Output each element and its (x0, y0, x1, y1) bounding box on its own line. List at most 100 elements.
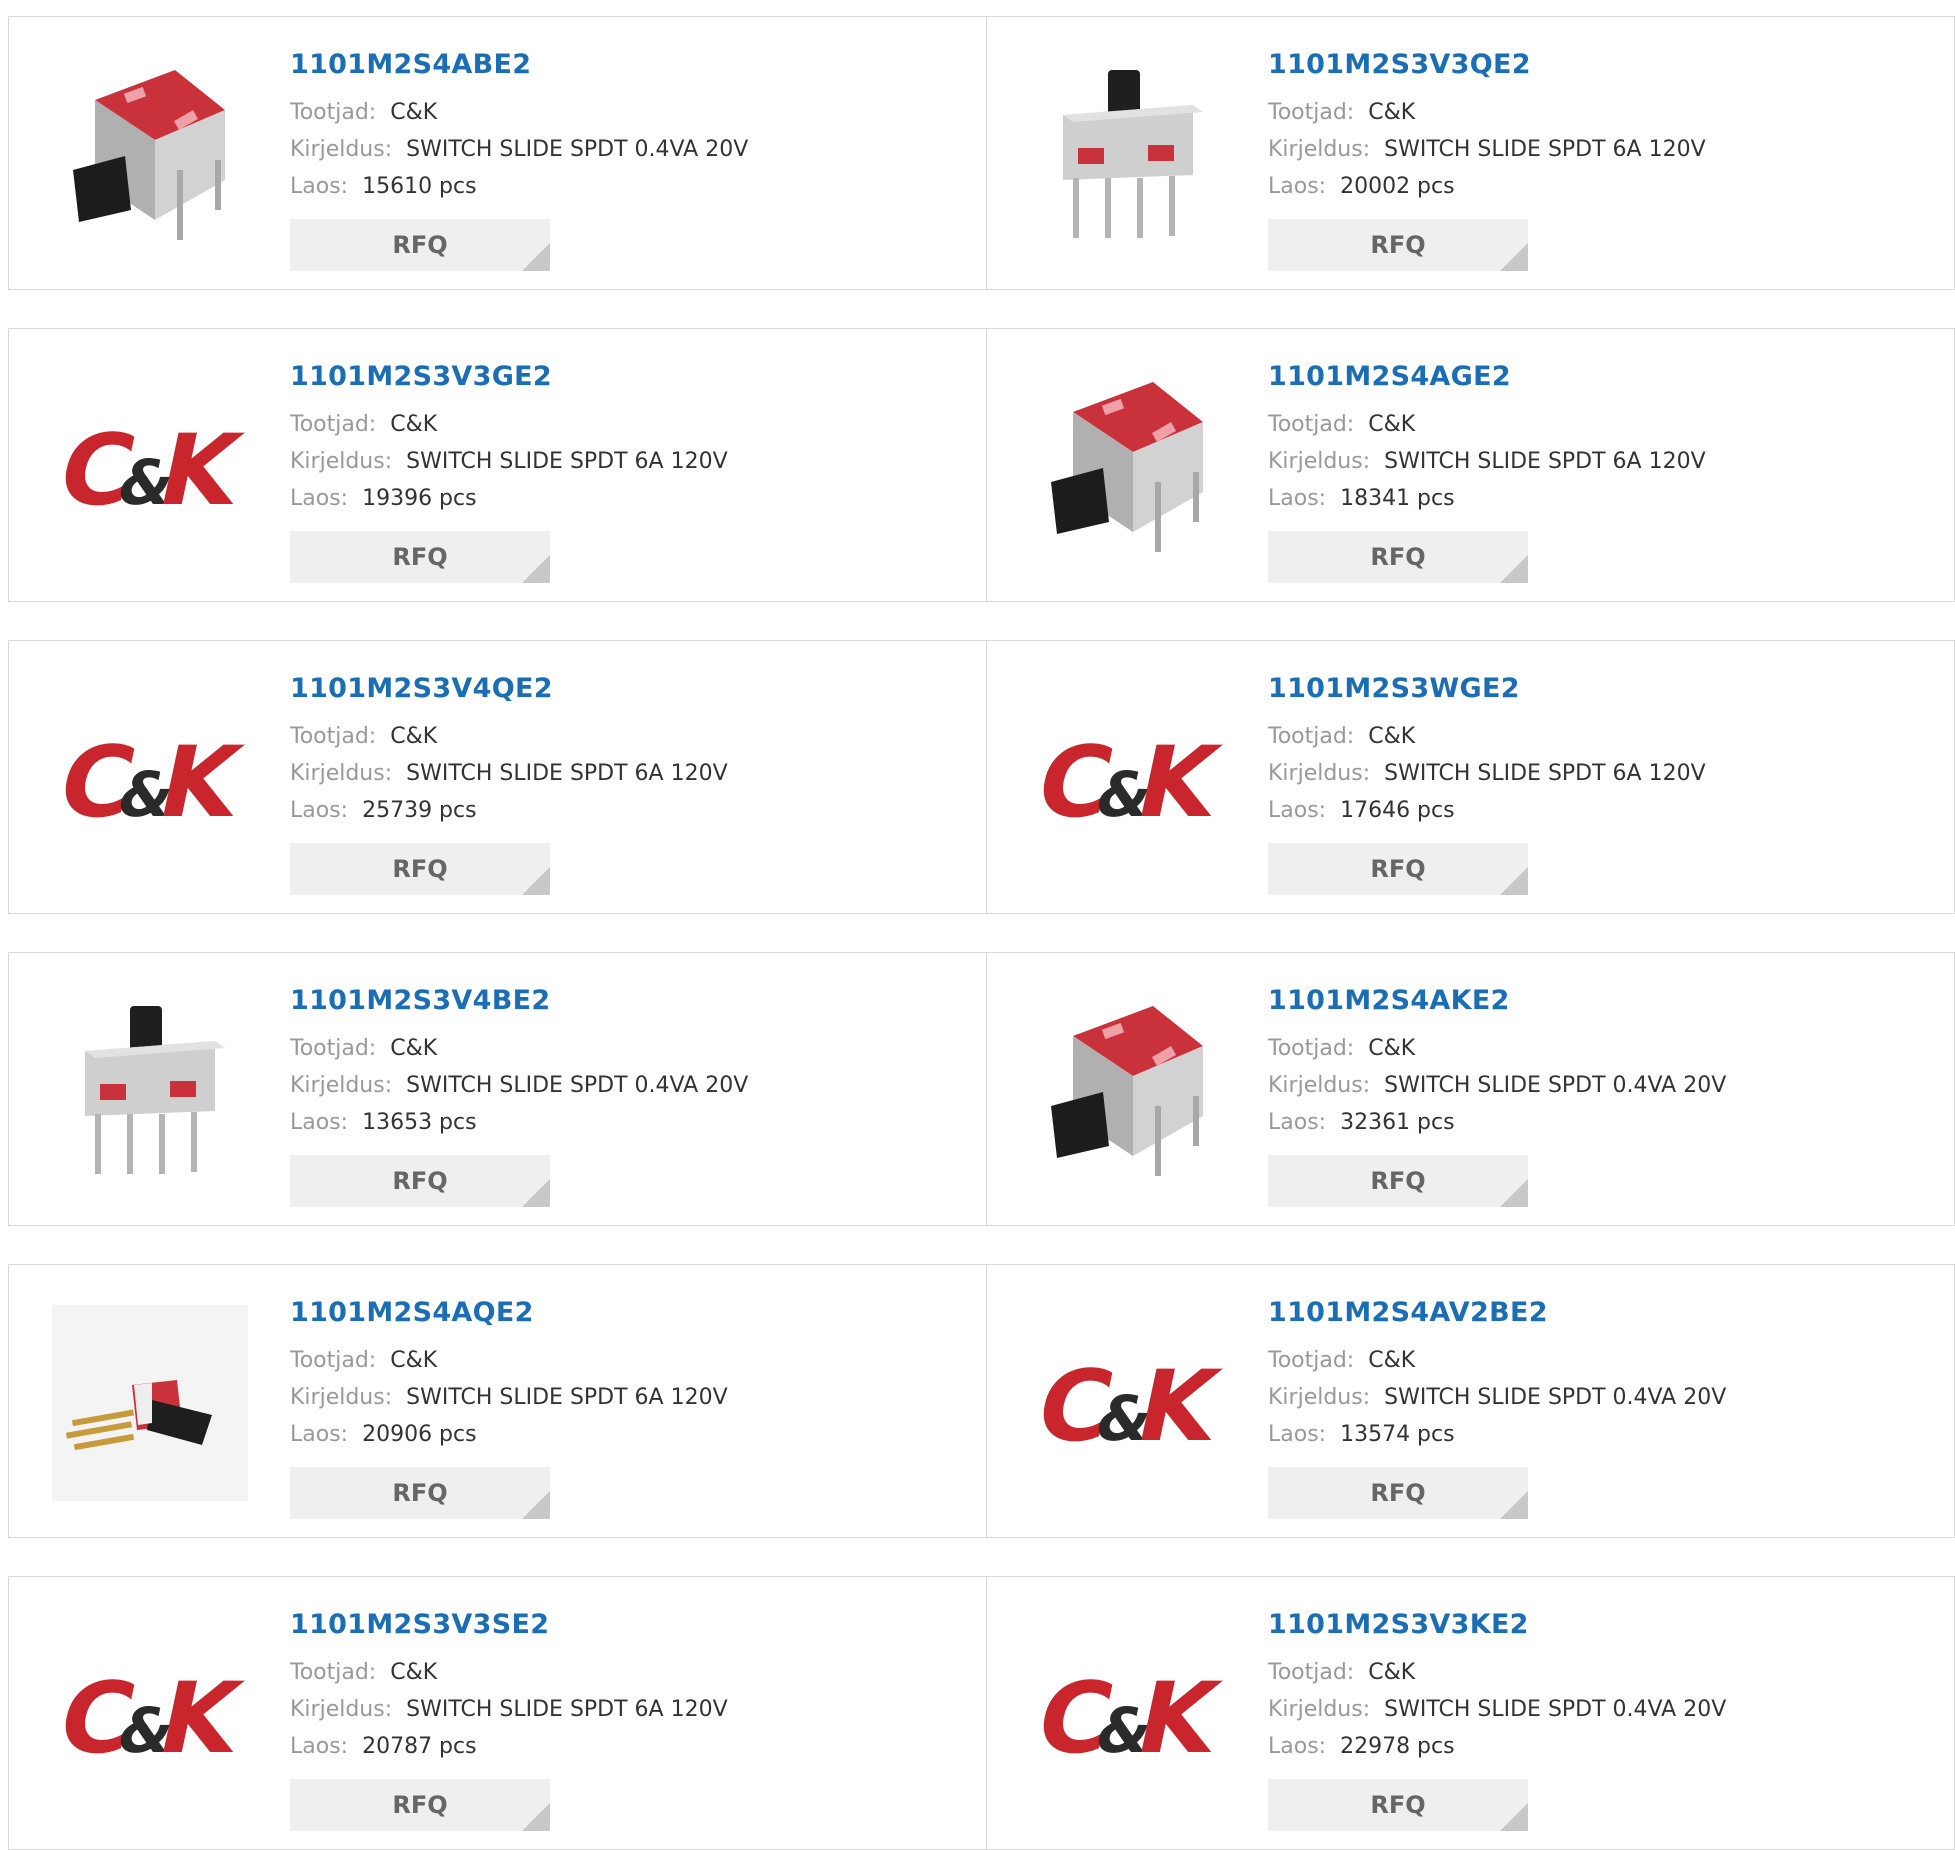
product-image[interactable]: C & K (50, 1617, 250, 1813)
description-label: Kirjeldus: (1268, 137, 1371, 162)
part-number-link[interactable]: 1101M2S3WGE2 (1268, 673, 1706, 704)
ck-logo-icon: C&K (52, 414, 248, 522)
rfq-button[interactable]: RFQ (1268, 843, 1528, 895)
part-number-link[interactable]: 1101M2S3V3GE2 (290, 361, 728, 392)
ck-logo-icon: C&K (1030, 726, 1226, 834)
part-number-link[interactable]: 1101M2S4ABE2 (290, 49, 748, 80)
product-image[interactable]: C & K (1028, 1617, 1228, 1813)
product-image[interactable] (1028, 369, 1228, 565)
product-image[interactable] (50, 993, 250, 1189)
rfq-button[interactable]: RFQ (1268, 1467, 1528, 1519)
stock-value: 19396 pcs (362, 486, 477, 511)
part-number-link[interactable]: 1101M2S3V4QE2 (290, 673, 728, 704)
product-image[interactable]: C & K (50, 369, 250, 565)
manufacturer-label: Tootjad: (290, 724, 377, 749)
rfq-button[interactable]: RFQ (1268, 1779, 1528, 1831)
rfq-label: RFQ (1370, 231, 1426, 259)
svg-text:K: K (149, 726, 248, 834)
product-row: 1101M2S4AQE2 Tootjad: C&K Kirjeldus: SWITC… (8, 1264, 1955, 1538)
description-value: SWITCH SLIDE SPDT 6A 120V (1384, 449, 1706, 474)
description-row: Kirjeldus: SWITCH SLIDE SPDT 6A 120V (290, 755, 728, 792)
manufacturer-row: Tootjad: C&K (290, 1342, 728, 1379)
product-image[interactable]: C & K (1028, 1305, 1228, 1501)
description-value: SWITCH SLIDE SPDT 0.4VA 20V (1384, 1385, 1727, 1410)
description-label: Kirjeldus: (290, 1073, 393, 1098)
product-card: C & K 1101M2S3V3GE2 Tootjad: C&K Kirjeldus:… (8, 328, 987, 602)
description-row: Kirjeldus: SWITCH SLIDE SPDT 0.4VA 20V (1268, 1379, 1726, 1416)
manufacturer-label: Tootjad: (1268, 1036, 1355, 1061)
rfq-button[interactable]: RFQ (290, 1155, 550, 1207)
svg-text:K: K (1127, 1662, 1226, 1770)
description-row: Kirjeldus: SWITCH SLIDE SPDT 0.4VA 20V (290, 1067, 748, 1104)
part-number-link[interactable]: 1101M2S3V3QE2 (1268, 49, 1706, 80)
product-image[interactable]: C & K (1028, 681, 1228, 877)
part-number-link[interactable]: 1101M2S4AGE2 (1268, 361, 1706, 392)
manufacturer-label: Tootjad: (290, 412, 377, 437)
product-image[interactable] (1028, 57, 1228, 253)
part-number-link[interactable]: 1101M2S4AQE2 (290, 1297, 728, 1328)
rfq-label: RFQ (1370, 1791, 1426, 1819)
svg-text:K: K (149, 1662, 248, 1770)
rfq-button[interactable]: RFQ (1268, 219, 1528, 271)
stock-value: 13574 pcs (1340, 1422, 1455, 1447)
corner-triangle-icon (522, 1491, 550, 1519)
corner-triangle-icon (1500, 1179, 1528, 1207)
product-info: 1101M2S4AV2BE2 Tootjad: C&K Kirjeldus: SWI… (1268, 1297, 1726, 1519)
manufacturer-value: C&K (390, 1348, 438, 1373)
stock-row: Laos: 19396 pcs (290, 480, 728, 517)
product-info: 1101M2S3V3QE2 Tootjad: C&K Kirjeldus: SWIT… (1268, 49, 1706, 271)
slide-switch-vertical-icon (1063, 70, 1203, 238)
product-info: 1101M2S4AQE2 Tootjad: C&K Kirjeldus: SWITC… (290, 1297, 728, 1519)
product-image[interactable] (1028, 993, 1228, 1189)
slide-switch-vertical-icon (85, 1006, 225, 1174)
rfq-button[interactable]: RFQ (1268, 531, 1528, 583)
stock-row: Laos: 15610 pcs (290, 168, 748, 205)
stock-label: Laos: (1268, 1110, 1327, 1135)
product-card: 1101M2S4AKE2 Tootjad: C&K Kirjeldus: SWITC… (987, 952, 1955, 1226)
stock-value: 20002 pcs (1340, 174, 1455, 199)
rfq-button[interactable]: RFQ (290, 531, 550, 583)
corner-triangle-icon (522, 555, 550, 583)
rfq-button[interactable]: RFQ (1268, 1155, 1528, 1207)
manufacturer-label: Tootjad: (1268, 412, 1355, 437)
product-info: 1101M2S3WGE2 Tootjad: C&K Kirjeldus: SWITC… (1268, 673, 1706, 895)
stock-value: 13653 pcs (362, 1110, 477, 1135)
rfq-label: RFQ (392, 543, 448, 571)
manufacturer-label: Tootjad: (290, 1660, 377, 1685)
product-image[interactable] (50, 1305, 250, 1501)
description-value: SWITCH SLIDE SPDT 6A 120V (406, 761, 728, 786)
description-label: Kirjeldus: (290, 137, 393, 162)
part-number-link[interactable]: 1101M2S3V3KE2 (1268, 1609, 1726, 1640)
stock-label: Laos: (1268, 798, 1327, 823)
description-value: SWITCH SLIDE SPDT 6A 120V (1384, 761, 1706, 786)
product-info: 1101M2S3V3GE2 Tootjad: C&K Kirjeldus: SWIT… (290, 361, 728, 583)
manufacturer-value: C&K (390, 1660, 438, 1685)
part-number-link[interactable]: 1101M2S4AV2BE2 (1268, 1297, 1726, 1328)
stock-row: Laos: 18341 pcs (1268, 480, 1706, 517)
description-row: Kirjeldus: SWITCH SLIDE SPDT 6A 120V (1268, 443, 1706, 480)
manufacturer-value: C&K (390, 724, 438, 749)
rfq-button[interactable]: RFQ (290, 1467, 550, 1519)
manufacturer-row: Tootjad: C&K (1268, 1342, 1726, 1379)
stock-value: 25739 pcs (362, 798, 477, 823)
rfq-button[interactable]: RFQ (290, 219, 550, 271)
product-image[interactable] (50, 57, 250, 253)
ck-logo-icon: C&K (1030, 1350, 1226, 1458)
description-label: Kirjeldus: (290, 1385, 393, 1410)
manufacturer-row: Tootjad: C&K (1268, 94, 1706, 131)
part-number-link[interactable]: 1101M2S3V3SE2 (290, 1609, 728, 1640)
rfq-button[interactable]: RFQ (290, 1779, 550, 1831)
rfq-button[interactable]: RFQ (290, 843, 550, 895)
product-card: C & K 1101M2S4AV2BE2 Tootjad: C&K Kirjeldus… (987, 1264, 1955, 1538)
part-number-link[interactable]: 1101M2S4AKE2 (1268, 985, 1726, 1016)
description-row: Kirjeldus: SWITCH SLIDE SPDT 0.4VA 20V (290, 131, 748, 168)
description-row: Kirjeldus: SWITCH SLIDE SPDT 0.4VA 20V (1268, 1691, 1726, 1728)
product-image[interactable]: C & K (50, 681, 250, 877)
part-number-link[interactable]: 1101M2S3V4BE2 (290, 985, 748, 1016)
description-label: Kirjeldus: (290, 1697, 393, 1722)
rfq-label: RFQ (1370, 1167, 1426, 1195)
description-value: SWITCH SLIDE SPDT 6A 120V (1384, 137, 1706, 162)
stock-label: Laos: (290, 486, 349, 511)
description-label: Kirjeldus: (1268, 1697, 1371, 1722)
corner-triangle-icon (522, 867, 550, 895)
